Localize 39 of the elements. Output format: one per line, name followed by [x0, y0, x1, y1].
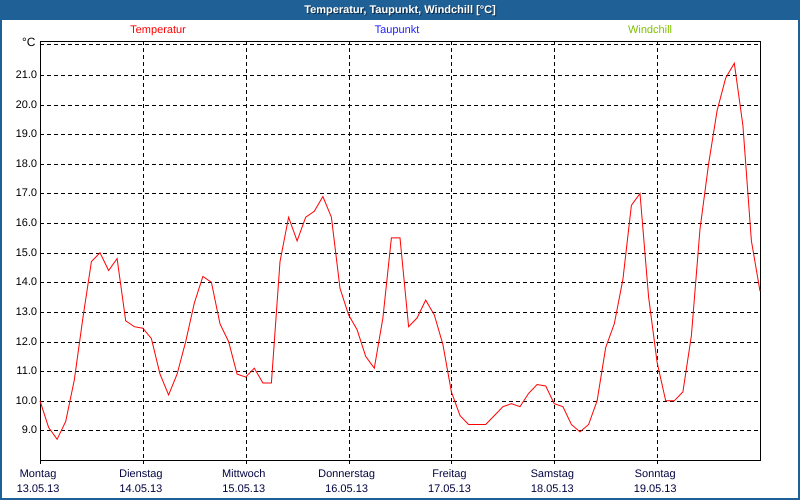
axis-label: 17.05.13: [427, 482, 472, 497]
tick-mark: [349, 460, 350, 464]
tick-mark: [657, 460, 658, 464]
axis-label: 15.05.13: [221, 482, 266, 497]
axis-label: 12.0: [14, 336, 37, 348]
axis-label: 9.0: [20, 424, 37, 436]
axis-label: 10.0: [14, 394, 37, 407]
axis-label: 13.0: [14, 306, 37, 318]
axis-label: 16.05.13: [324, 482, 369, 497]
axis-label: 18.05.13: [530, 482, 575, 497]
axis-label: 16.0: [14, 217, 37, 230]
axis-label: 20.0: [14, 98, 37, 111]
axis-label: 14.0: [14, 276, 37, 288]
axis-label: 14.05.13: [118, 482, 164, 497]
axis-label: 11.0: [15, 365, 37, 378]
day-label: Sonntag: [634, 467, 677, 482]
axis-label: 18.0: [14, 158, 37, 170]
day-label: Dienstag: [118, 467, 164, 482]
axis-unit: °C: [22, 36, 36, 48]
day-label: Mittwoch: [221, 467, 266, 482]
axis-label: 17.0: [14, 187, 37, 200]
legend-label: Taupunkt: [374, 25, 420, 36]
axis-label: 13.05.13: [16, 482, 60, 497]
day-label: Donnerstag: [317, 467, 376, 482]
day-label: Samstag: [530, 467, 575, 482]
axis-label: 21.0: [14, 69, 37, 82]
axis-label: 15.0: [14, 246, 37, 259]
day-label: Montag: [18, 467, 58, 482]
axis-label: 19.05.13: [632, 482, 678, 497]
tick-mark: [246, 460, 247, 464]
tick-mark: [143, 460, 144, 464]
window-title: Temperatur, Taupunkt, Windchill [°C]: [304, 2, 496, 18]
day-label: Freitag: [431, 467, 468, 482]
axis-label: 19.0: [14, 128, 37, 140]
tick-mark: [554, 460, 555, 464]
tick-mark: [40, 460, 41, 464]
legend-label: Windchill: [628, 25, 672, 36]
legend-label: Temperatur: [130, 25, 186, 36]
tick-mark: [451, 460, 452, 464]
